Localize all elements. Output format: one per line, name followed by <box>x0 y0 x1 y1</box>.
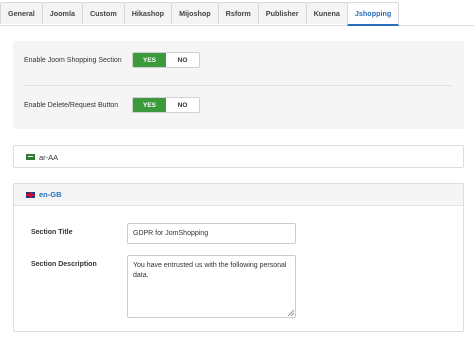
section-description-text: You have entrusted us with the following… <box>133 262 287 279</box>
divider <box>24 85 452 86</box>
settings-panel: Enable Joom Shopping Section YES NO Enab… <box>13 41 464 129</box>
tab-rsform[interactable]: Rsform <box>217 2 259 24</box>
enable-section-row: Enable Joom Shopping Section YES NO <box>24 52 200 68</box>
language-ar-header[interactable]: ar-AA <box>14 146 463 168</box>
resize-handle-icon[interactable] <box>288 310 294 316</box>
section-description-label: Section Description <box>31 261 97 268</box>
enable-delete-no-button[interactable]: NO <box>166 98 199 112</box>
tab-hikashop[interactable]: Hikashop <box>123 2 173 24</box>
tab-bar: General Joomla Custom Hikashop Mijoshop … <box>0 2 474 26</box>
enable-section-no-button[interactable]: NO <box>166 53 199 67</box>
enable-section-toggle: YES NO <box>132 52 200 68</box>
language-en-label: en-GB <box>39 190 62 199</box>
tab-mijoshop[interactable]: Mijoshop <box>171 2 219 24</box>
tab-jshopping[interactable]: Jshopping <box>346 2 400 26</box>
language-en-header[interactable]: en-GB <box>14 184 463 206</box>
language-en-box: en-GB Section Title GDPR for JomShopping… <box>13 183 464 332</box>
enable-delete-yes-button[interactable]: YES <box>133 98 166 112</box>
enable-delete-label: Enable Delete/Request Button <box>24 101 119 109</box>
section-description-textarea[interactable]: You have entrusted us with the following… <box>127 255 296 318</box>
tab-kunena[interactable]: Kunena <box>305 2 348 24</box>
tab-custom[interactable]: Custom <box>81 2 125 24</box>
enable-delete-row: Enable Delete/Request Button YES NO <box>24 97 200 113</box>
enable-section-yes-button[interactable]: YES <box>133 53 166 67</box>
ar-flag-icon <box>26 154 35 160</box>
language-ar-label: ar-AA <box>39 152 59 162</box>
tab-publisher[interactable]: Publisher <box>257 2 307 24</box>
section-title-label: Section Title <box>31 229 73 236</box>
enable-delete-toggle: YES NO <box>132 97 200 113</box>
gb-flag-icon <box>26 191 35 198</box>
section-title-input[interactable]: GDPR for JomShopping <box>127 223 296 244</box>
tab-joomla[interactable]: Joomla <box>41 2 83 24</box>
enable-section-label: Enable Joom Shopping Section <box>24 56 122 64</box>
language-ar-box: ar-AA <box>13 145 464 168</box>
tab-general[interactable]: General <box>0 2 43 24</box>
